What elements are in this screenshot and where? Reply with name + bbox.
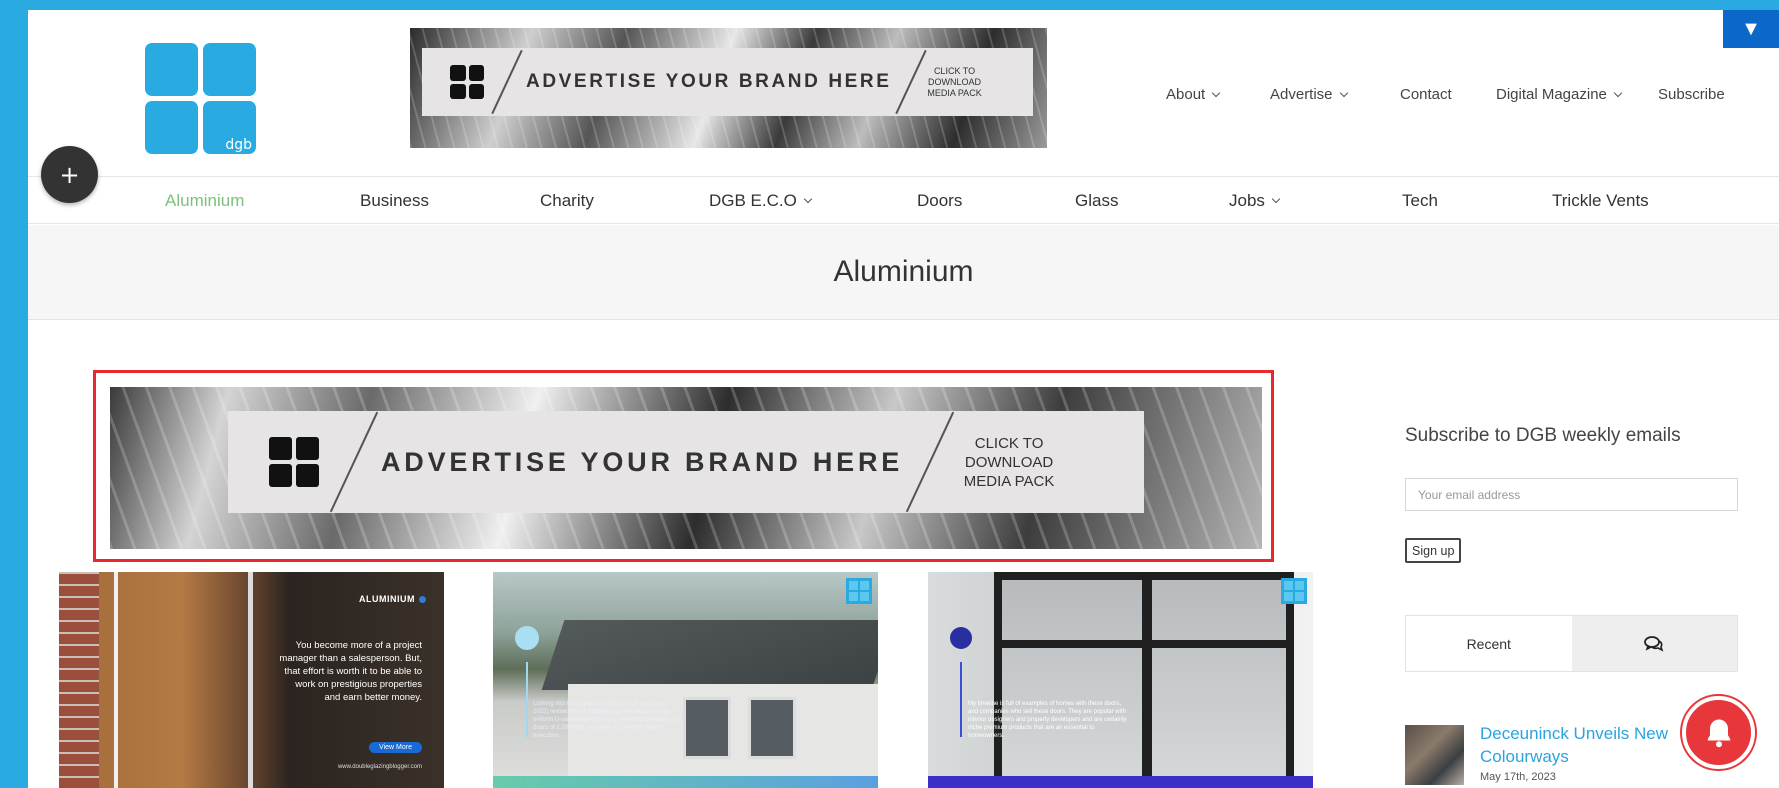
site-logo[interactable]: dgb	[145, 43, 256, 154]
post-quote: You become more of a project manager tha…	[279, 640, 422, 703]
category-item-tech[interactable]: Tech	[1402, 191, 1438, 211]
chevron-down-icon	[1339, 88, 1348, 97]
signup-button[interactable]: Sign up	[1405, 538, 1462, 563]
plus-icon: +	[59, 160, 80, 189]
dgb-logo-icon	[1281, 578, 1307, 604]
collapse-toggle-button[interactable]: ▼	[1723, 10, 1779, 48]
category-item-jobs[interactable]: Jobs	[1229, 191, 1281, 211]
recent-post-thumbnail[interactable]	[1405, 725, 1464, 785]
logo-text: dgb	[225, 137, 252, 153]
tab-comments[interactable]	[1571, 616, 1737, 671]
category-item-doors[interactable]: Doors	[917, 191, 962, 211]
post-category-tag: ALUMINIUM	[359, 594, 426, 604]
nav-item-advertise[interactable]: Advertise	[1270, 86, 1348, 103]
tab-recent[interactable]: Recent	[1406, 616, 1572, 671]
recent-post-title[interactable]: Deceuninck Unveils New Colourways	[1480, 722, 1680, 768]
main-ad-banner[interactable]: ADVERTISE YOUR BRAND HERE CLICK TO DOWNL…	[93, 370, 1274, 562]
ad-logo-icon	[450, 65, 484, 99]
triangle-down-icon: ▼	[1741, 17, 1761, 40]
page-title-band: Aluminium	[28, 225, 1779, 320]
notification-bell-button[interactable]	[1682, 696, 1755, 769]
post-excerpt: Coming into force almost exactly a year …	[533, 701, 682, 739]
post-site-url: www.doubleglazingblogger.com	[337, 764, 422, 770]
email-field[interactable]	[1405, 478, 1738, 511]
post-card[interactable]: Coming into force almost exactly a year …	[493, 572, 878, 788]
header-ad-cta: CLICK TO DOWNLOAD MEDIA PACK	[927, 65, 982, 98]
main-ad-headline: ADVERTISE YOUR BRAND HERE	[381, 446, 904, 477]
post-card[interactable]: My timeline is full of examples of homes…	[928, 572, 1313, 788]
header-ad-headline: ADVERTISE YOUR BRAND HERE	[526, 71, 892, 92]
category-item-charity[interactable]: Charity	[540, 191, 594, 211]
view-more-button[interactable]: View More	[369, 742, 422, 753]
category-item-dgb-eco[interactable]: DGB E.C.O	[709, 191, 813, 211]
quote-icon	[950, 627, 972, 649]
subscribe-heading: Subscribe to DGB weekly emails	[1405, 425, 1681, 446]
ad-logo-icon	[269, 437, 319, 487]
nav-item-digital-magazine[interactable]: Digital Magazine	[1496, 86, 1623, 103]
chevron-down-icon	[803, 194, 813, 204]
dgb-logo-icon	[846, 578, 872, 604]
dot-icon	[419, 595, 426, 603]
category-item-business[interactable]: Business	[360, 191, 429, 211]
quote-icon	[515, 626, 539, 650]
nav-item-about[interactable]: About	[1166, 86, 1221, 103]
category-item-aluminium[interactable]: Aluminium	[165, 191, 244, 211]
nav-item-contact[interactable]: Contact	[1400, 86, 1452, 103]
category-item-glass[interactable]: Glass	[1075, 191, 1118, 211]
post-excerpt: My timeline is full of examples of homes…	[968, 701, 1127, 739]
bell-icon	[1707, 719, 1730, 747]
nav-item-subscribe[interactable]: Subscribe	[1658, 86, 1725, 103]
category-item-trickle-vents[interactable]: Trickle Vents	[1552, 191, 1649, 211]
recent-post-date: May 17th, 2023	[1480, 771, 1556, 783]
header-ad-banner[interactable]: ADVERTISE YOUR BRAND HERE CLICK TO DOWNL…	[410, 28, 1047, 148]
chevron-down-icon	[1271, 194, 1281, 204]
page: dgb ADVERTISE YOUR BRAND HERE CLICK TO D…	[28, 10, 1779, 788]
post-card[interactable]: ALUMINIUM You become more of a project m…	[59, 572, 444, 788]
comments-icon	[1644, 635, 1664, 652]
main-ad-cta: CLICK TO DOWNLOAD MEDIA PACK	[963, 434, 1055, 490]
floating-add-button[interactable]: +	[41, 146, 98, 203]
category-nav: Aluminium Business Charity DGB E.C.O Doo…	[28, 176, 1779, 224]
page-title: Aluminium	[833, 255, 974, 288]
chevron-down-icon	[1613, 88, 1623, 97]
sidebar-tabs: Recent	[1405, 615, 1738, 672]
chevron-down-icon	[1211, 88, 1221, 97]
